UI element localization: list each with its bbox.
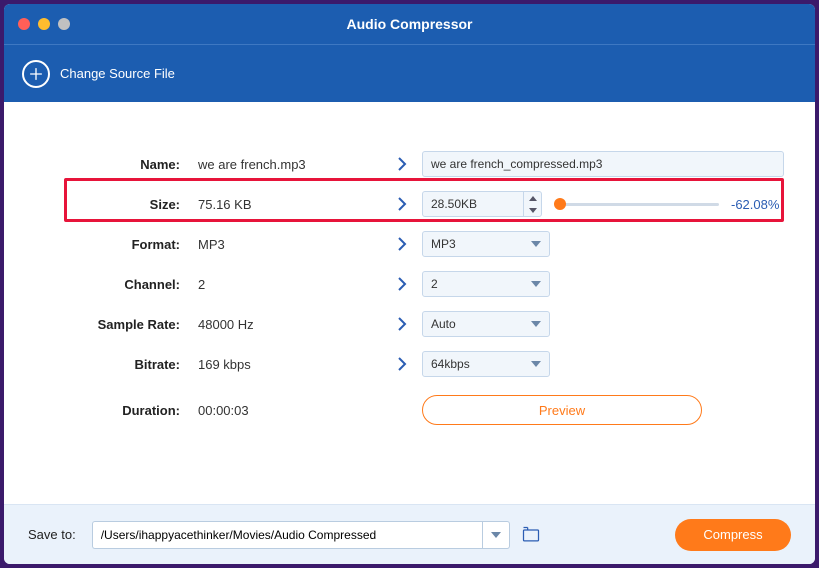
row-channel: Channel: 2 2 [32, 264, 787, 304]
orig-duration: 00:00:03 [190, 403, 382, 418]
arrow-icon [382, 237, 422, 251]
arrow-icon [382, 317, 422, 331]
arrow-icon [382, 277, 422, 291]
orig-bitrate: 169 kbps [190, 357, 382, 372]
row-duration: Duration: 00:00:03 Preview [32, 390, 787, 430]
row-name: Name: we are french.mp3 [32, 144, 787, 184]
row-samplerate: Sample Rate: 48000 Hz Auto [32, 304, 787, 344]
orig-samplerate: 48000 Hz [190, 317, 382, 332]
bitrate-select[interactable]: 64kbps [422, 351, 550, 377]
arrow-icon [382, 357, 422, 371]
format-select[interactable]: MP3 [422, 231, 550, 257]
orig-format: MP3 [190, 237, 382, 252]
label-bitrate: Bitrate: [32, 357, 190, 372]
size-delta: -62.08% [731, 197, 785, 212]
footer: Save to: Compress [4, 504, 815, 564]
orig-size: 75.16 KB [190, 197, 382, 212]
samplerate-select-value: Auto [431, 317, 456, 331]
open-folder-button[interactable] [520, 524, 542, 546]
label-samplerate: Sample Rate: [32, 317, 190, 332]
format-select-value: MP3 [431, 237, 456, 251]
size-stepper[interactable]: 28.50KB [422, 191, 542, 217]
titlebar: Audio Compressor [4, 4, 815, 44]
compress-button[interactable]: Compress [675, 519, 791, 551]
stepper-down-icon[interactable] [524, 204, 541, 216]
chevron-down-icon [531, 321, 541, 327]
output-name-field[interactable] [422, 151, 784, 177]
content-area: Name: we are french.mp3 Size: 75.16 KB 2… [4, 102, 815, 504]
label-channel: Channel: [32, 277, 190, 292]
label-name: Name: [32, 157, 190, 172]
chevron-down-icon [531, 281, 541, 287]
row-size: Size: 75.16 KB 28.50KB -62.08% [32, 184, 787, 224]
orig-name: we are french.mp3 [190, 157, 382, 172]
channel-select-value: 2 [431, 277, 438, 291]
arrow-icon [382, 157, 422, 171]
change-source-label[interactable]: Change Source File [60, 66, 175, 81]
preview-button[interactable]: Preview [422, 395, 702, 425]
app-window: Audio Compressor Change Source File Name… [4, 4, 815, 564]
label-size: Size: [32, 197, 190, 212]
size-stepper-value: 28.50KB [423, 192, 523, 216]
chevron-down-icon [491, 532, 501, 538]
chevron-down-icon [531, 361, 541, 367]
label-duration: Duration: [32, 403, 190, 418]
save-path-field[interactable] [92, 521, 482, 549]
subheader: Change Source File [4, 44, 815, 102]
slider-thumb-icon[interactable] [554, 198, 566, 210]
orig-channel: 2 [190, 277, 382, 292]
row-bitrate: Bitrate: 169 kbps 64kbps [32, 344, 787, 384]
chevron-down-icon [531, 241, 541, 247]
row-format: Format: MP3 MP3 [32, 224, 787, 264]
size-slider[interactable] [554, 195, 719, 213]
bitrate-select-value: 64kbps [431, 357, 470, 371]
label-format: Format: [32, 237, 190, 252]
samplerate-select[interactable]: Auto [422, 311, 550, 337]
page-title: Audio Compressor [4, 16, 815, 32]
channel-select[interactable]: 2 [422, 271, 550, 297]
plus-circle-icon[interactable] [22, 60, 50, 88]
save-path-dropdown[interactable] [482, 521, 510, 549]
save-to-label: Save to: [28, 527, 76, 542]
stepper-up-icon[interactable] [524, 192, 541, 204]
arrow-icon [382, 197, 422, 211]
